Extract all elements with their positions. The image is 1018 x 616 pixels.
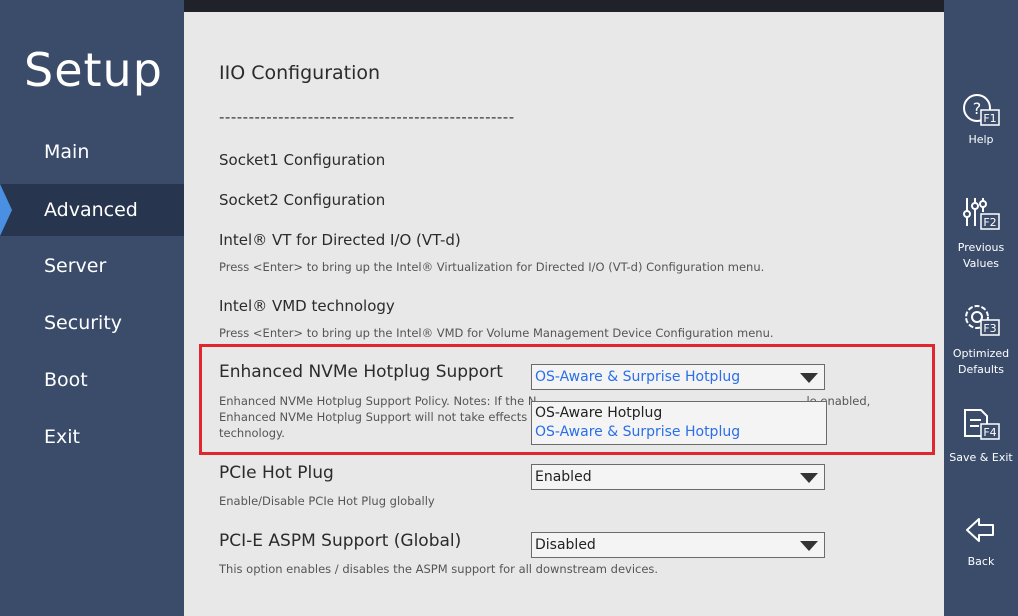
setup-title: Setup — [24, 43, 163, 97]
vtd-help-text: Press <Enter> to bring up the Intel® Vir… — [219, 260, 765, 274]
back-arrow-icon — [966, 518, 994, 542]
main-content: IIO Configuration ----------------------… — [184, 12, 944, 616]
aspm-support-value: Disabled — [535, 537, 596, 553]
highlight-box — [199, 344, 935, 455]
svg-text:?: ? — [973, 99, 982, 118]
back-label: Back — [967, 555, 995, 568]
save-icon: F4 — [964, 409, 1000, 440]
svg-text:F1: F1 — [983, 112, 996, 125]
page-title: IIO Configuration — [219, 62, 381, 84]
nav-item-main[interactable]: Main — [0, 126, 184, 178]
gear-icon: F3 — [965, 305, 1000, 336]
chevron-down-icon — [800, 473, 818, 483]
nav-item-security[interactable]: Security — [0, 297, 184, 349]
pcie-hot-plug-help-text: Enable/Disable PCIe Hot Plug globally — [219, 494, 435, 508]
help-label: Help — [968, 133, 994, 146]
pcie-hot-plug-select[interactable]: Enabled — [531, 464, 825, 490]
svg-text:F3: F3 — [983, 322, 996, 335]
nav-item-exit[interactable]: Exit — [0, 411, 184, 463]
vtd-link[interactable]: Intel® VT for Directed I/O (VT-d) — [219, 231, 461, 249]
aspm-support-select[interactable]: Disabled — [531, 532, 825, 558]
aspm-support-help-text: This option enables / disables the ASPM … — [219, 562, 659, 576]
chevron-down-icon — [800, 541, 818, 551]
nav-item-boot[interactable]: Boot — [0, 354, 184, 406]
vmd-help-text: Press <Enter> to bring up the Intel® VMD… — [219, 326, 774, 340]
function-key-panel: ? F1 Help F2 Previous Values F3 Optimize… — [944, 0, 1018, 616]
back-button[interactable]: Back — [944, 514, 1018, 570]
save-exit-label: Save & Exit — [949, 451, 1013, 464]
nav-item-advanced[interactable]: Advanced — [0, 184, 184, 236]
save-exit-f4-button[interactable]: F4 Save & Exit — [944, 406, 1018, 466]
top-bar — [184, 0, 944, 12]
previous-values-label: Previous Values — [957, 241, 1005, 270]
left-nav: Setup Main Advanced Server Security Boot… — [0, 0, 184, 616]
previous-values-f2-button[interactable]: F2 Previous Values — [944, 196, 1018, 272]
pcie-hot-plug-label: PCIe Hot Plug — [219, 463, 334, 483]
aspm-support-label: PCI-E ASPM Support (Global) — [219, 531, 462, 551]
svg-text:F2: F2 — [983, 216, 996, 229]
divider: ----------------------------------------… — [219, 108, 515, 126]
sliders-icon: F2 — [963, 198, 1000, 230]
pcie-hot-plug-value: Enabled — [535, 469, 592, 485]
optimized-defaults-f3-button[interactable]: F3 Optimized Defaults — [944, 302, 1018, 378]
help-f1-button[interactable]: ? F1 Help — [944, 92, 1018, 148]
vmd-link[interactable]: Intel® VMD technology — [219, 297, 395, 315]
socket1-configuration-link[interactable]: Socket1 Configuration — [219, 151, 385, 169]
nav-item-server[interactable]: Server — [0, 240, 184, 292]
socket2-configuration-link[interactable]: Socket2 Configuration — [219, 191, 385, 209]
help-icon: ? F1 — [963, 94, 1000, 126]
svg-text:F4: F4 — [983, 426, 996, 439]
optimized-defaults-label: Optimized Defaults — [952, 347, 1010, 376]
